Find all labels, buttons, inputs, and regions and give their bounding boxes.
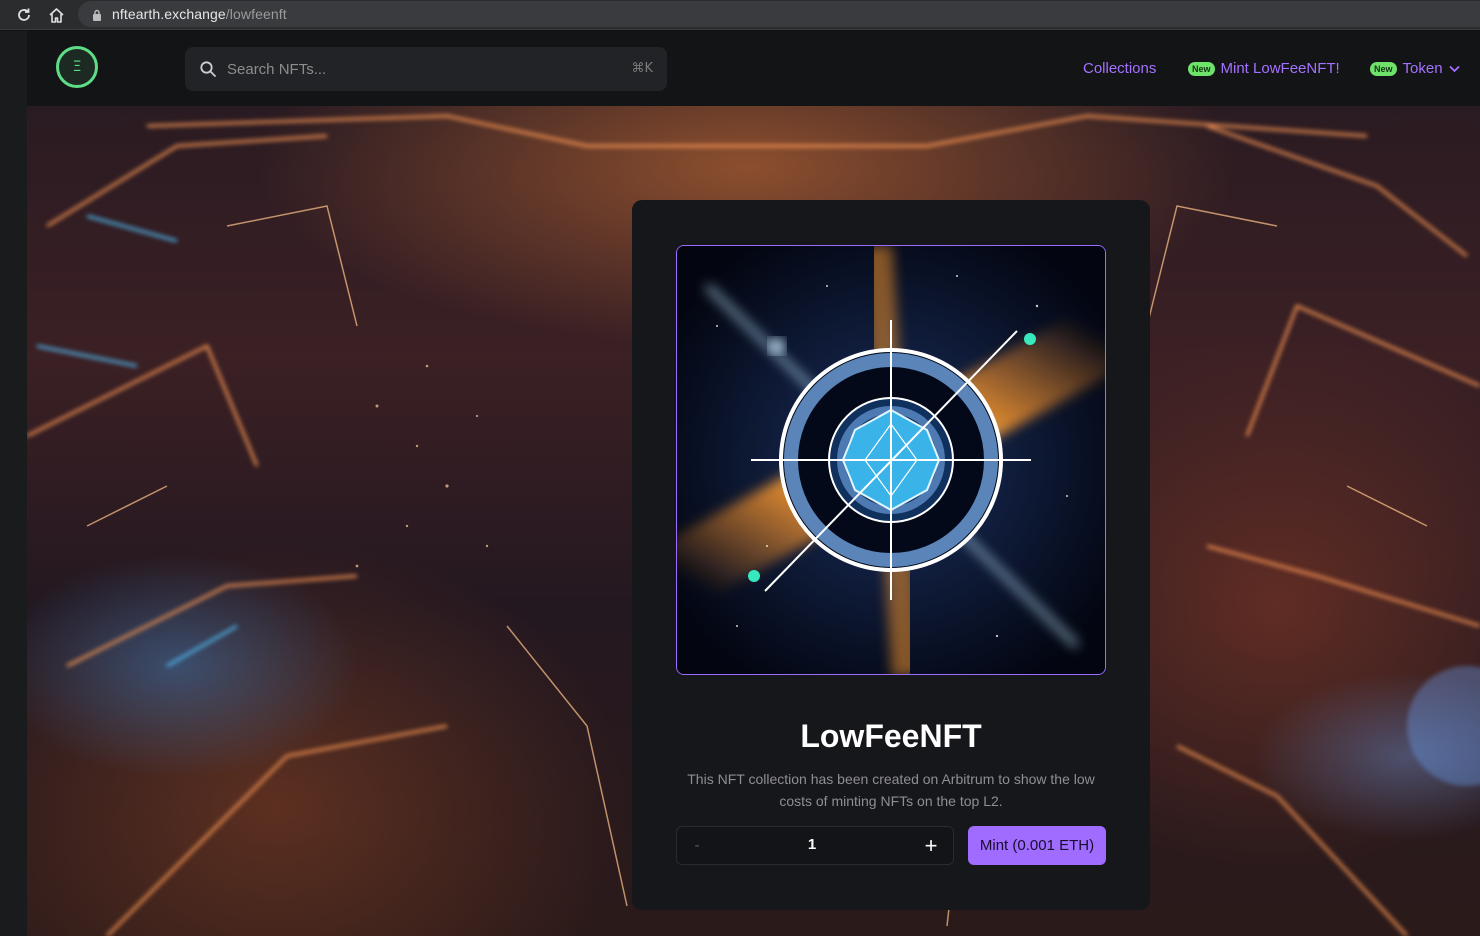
mint-button[interactable]: Mint (0.001 ETH) <box>968 826 1106 865</box>
site-header: Ξ ⌘K Collections New Mint LowFeeNFT! New… <box>27 31 1480 106</box>
collection-description: This NFT collection has been created on … <box>687 771 1095 809</box>
url-text: nftearth.exchange/lowfeenft <box>112 6 287 22</box>
nav-token-label: Token <box>1402 60 1443 77</box>
search-input[interactable] <box>227 57 607 81</box>
search-box[interactable]: ⌘K <box>185 47 667 91</box>
new-badge: New <box>1370 61 1397 76</box>
browser-toolbar: nftearth.exchange/lowfeenft <box>0 0 1480 30</box>
mint-card: LowFeeNFT This NFT collection has been c… <box>632 200 1150 910</box>
reload-icon[interactable] <box>13 4 35 26</box>
nav-mint-link[interactable]: New Mint LowFeeNFT! <box>1188 60 1340 77</box>
search-icon <box>199 60 217 83</box>
site-logo[interactable]: Ξ <box>56 46 98 88</box>
nft-preview-image <box>676 245 1106 675</box>
nft-artwork <box>677 246 1105 674</box>
lock-icon <box>92 8 102 26</box>
url-host: nftearth.exchange <box>112 6 226 22</box>
logo-glyph: Ξ <box>72 59 82 75</box>
quantity-value[interactable]: 1 <box>737 836 887 853</box>
home-icon[interactable] <box>45 4 67 26</box>
url-path: /lowfeenft <box>225 6 287 22</box>
decrement-button[interactable]: - <box>677 827 717 864</box>
increment-button[interactable]: + <box>909 827 953 864</box>
search-shortcut: ⌘K <box>631 61 653 76</box>
chevron-down-icon <box>1448 62 1461 75</box>
nav-token-dropdown[interactable]: New Token <box>1370 60 1461 77</box>
nav-collections-link[interactable]: Collections <box>1083 60 1156 77</box>
left-edge-strip <box>0 31 27 936</box>
collection-title: LowFeeNFT <box>800 718 982 754</box>
address-bar[interactable]: nftearth.exchange/lowfeenft <box>78 1 1480 27</box>
new-badge: New <box>1188 61 1215 76</box>
quantity-stepper: - 1 + <box>676 826 954 865</box>
nav-mint-label: Mint LowFeeNFT! <box>1220 60 1340 77</box>
